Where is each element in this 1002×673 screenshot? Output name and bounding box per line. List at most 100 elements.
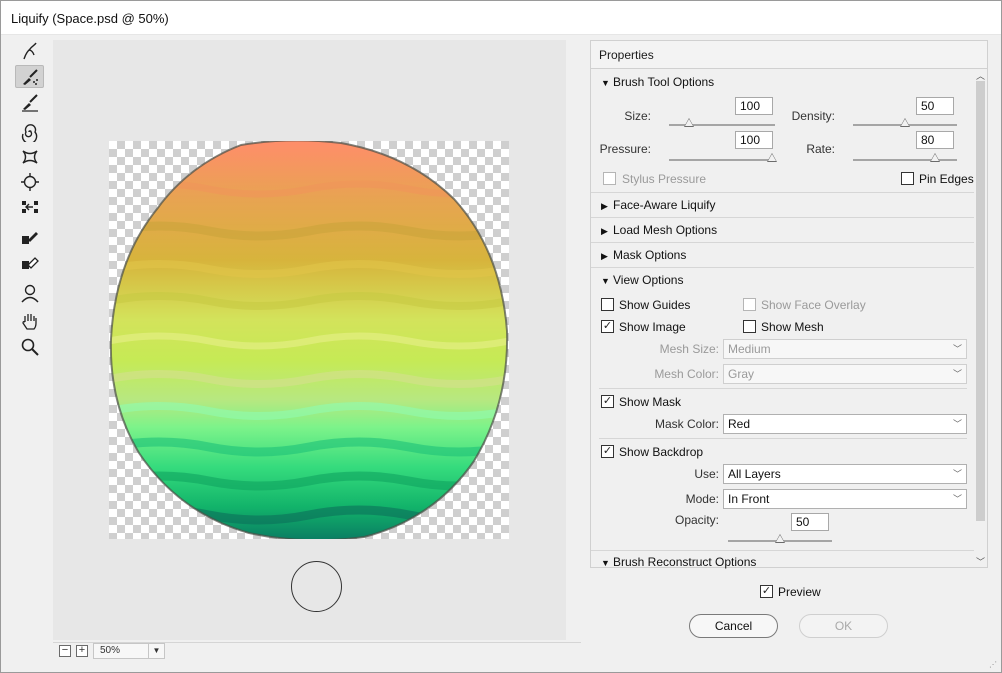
face-tool-icon	[20, 284, 39, 302]
preview-checkbox[interactable]: ✓	[760, 585, 773, 598]
freeze-mask-tool[interactable]	[15, 226, 44, 249]
density-label: Density:	[791, 109, 835, 123]
thaw-mask-icon	[21, 256, 39, 269]
density-slider-thumb[interactable]	[900, 118, 910, 127]
window-title: Liquify (Space.psd @ 50%)	[11, 11, 169, 26]
zoom-out-button[interactable]: −	[59, 645, 71, 657]
mask-color-value: Red	[728, 417, 751, 431]
push-left-tool[interactable]	[15, 195, 44, 218]
density-slider[interactable]	[853, 118, 957, 132]
zoom-level-value: 50%	[100, 645, 121, 656]
smooth-tool[interactable]	[15, 90, 44, 113]
properties-header: Properties	[591, 41, 987, 69]
properties-title: Properties	[599, 48, 654, 62]
hand-tool[interactable]	[15, 309, 44, 332]
show-mask-label: Show Mask	[619, 395, 682, 409]
mesh-color-value: Gray	[728, 367, 755, 381]
size-slider[interactable]	[669, 118, 775, 132]
freeze-mask-icon	[21, 231, 38, 244]
mask-options-header[interactable]: ▶ Mask Options	[601, 248, 686, 262]
bloat-icon	[20, 172, 39, 191]
show-mesh-checkbox[interactable]	[743, 320, 756, 333]
size-input[interactable]: 100	[735, 97, 773, 115]
show-image-checkbox[interactable]: ✓	[601, 320, 614, 333]
show-mask-checkbox[interactable]: ✓	[601, 395, 614, 408]
brush-cursor	[291, 561, 342, 612]
show-guides-checkbox[interactable]	[601, 298, 614, 311]
opacity-label: Opacity:	[674, 513, 719, 527]
density-input[interactable]: 50	[916, 97, 954, 115]
brush-reconstruct-options-header[interactable]: ▼ Brush Reconstruct Options	[601, 555, 756, 569]
pressure-input[interactable]: 100	[735, 131, 773, 149]
use-label: Use:	[694, 467, 719, 481]
face-aware-liquify-header[interactable]: ▶ Face-Aware Liquify	[601, 198, 716, 212]
chevron-down-icon: ﹀	[952, 494, 962, 504]
rate-label: Rate:	[806, 142, 835, 156]
pin-edges-label: Pin Edges	[919, 172, 974, 186]
preview-scrollbar[interactable]	[566, 40, 581, 640]
reconstruct-brush-icon	[22, 68, 38, 85]
forward-warp-tool[interactable]	[15, 39, 44, 62]
mesh-size-select[interactable]: Medium ﹀	[723, 339, 967, 359]
show-mesh-label: Show Mesh	[761, 320, 824, 334]
scrollbar-thumb[interactable]	[976, 81, 985, 521]
opacity-slider[interactable]	[728, 534, 832, 548]
preview-label: Preview	[778, 585, 821, 599]
show-face-overlay-label: Show Face Overlay	[761, 298, 866, 312]
pin-edges-checkbox[interactable]	[901, 172, 914, 185]
properties-scrollbar[interactable]: ︿ ﹀	[974, 69, 987, 567]
cancel-button[interactable]: Cancel	[689, 614, 778, 638]
show-backdrop-checkbox[interactable]: ✓	[601, 445, 614, 458]
triangle-right-icon: ▶	[601, 201, 608, 211]
triangle-down-icon: ▼	[601, 78, 610, 88]
chevron-down-icon: ▼	[148, 644, 164, 658]
use-select[interactable]: All Layers ﹀	[723, 464, 967, 484]
stylus-pressure-checkbox[interactable]	[603, 172, 616, 185]
brush-tool-options-header[interactable]: ▼ Brush Tool Options	[601, 75, 714, 89]
pucker-icon	[21, 149, 38, 164]
pressure-slider[interactable]	[669, 153, 777, 167]
chevron-down-icon: ﹀	[952, 419, 962, 429]
face-tool[interactable]	[15, 281, 44, 304]
mesh-size-value: Medium	[728, 342, 771, 356]
planet-image	[109, 141, 509, 539]
resize-grip-icon[interactable]: ⋰	[989, 660, 999, 670]
twirl-icon	[21, 123, 37, 142]
pressure-slider-thumb[interactable]	[767, 153, 777, 162]
twirl-tool[interactable]	[15, 120, 44, 143]
rate-input[interactable]: 80	[916, 131, 954, 149]
zoom-bar: − + 50% ▼	[53, 642, 581, 659]
liquify-dialog: Liquify (Space.psd @ 50%) − + 50% ▼ Prop…	[0, 0, 1002, 673]
forward-warp-icon	[22, 42, 37, 59]
mask-color-select[interactable]: Red ﹀	[723, 414, 967, 434]
size-slider-thumb[interactable]	[684, 118, 694, 127]
mode-value: In Front	[728, 492, 770, 506]
thaw-mask-tool[interactable]	[15, 251, 44, 274]
pucker-tool[interactable]	[15, 145, 44, 168]
show-face-overlay-checkbox[interactable]	[743, 298, 756, 311]
mesh-color-select[interactable]: Gray ﹀	[723, 364, 967, 384]
load-mesh-options-header[interactable]: ▶ Load Mesh Options	[601, 223, 717, 237]
reconstruct-tool[interactable]	[15, 65, 44, 88]
rate-slider-thumb[interactable]	[930, 153, 940, 162]
show-backdrop-label: Show Backdrop	[619, 445, 704, 459]
opacity-input[interactable]: 50	[791, 513, 829, 531]
zoom-tool[interactable]	[15, 335, 44, 358]
hand-icon	[21, 313, 37, 330]
opacity-slider-thumb[interactable]	[775, 534, 785, 543]
triangle-down-icon: ▼	[601, 558, 610, 568]
mode-select[interactable]: In Front ﹀	[723, 489, 967, 509]
zoom-level-select[interactable]: 50% ▼	[93, 643, 165, 659]
mesh-color-label: Mesh Color:	[654, 367, 719, 381]
scroll-down-icon[interactable]: ﹀	[976, 555, 985, 568]
smooth-icon	[21, 93, 38, 112]
ok-button[interactable]: OK	[799, 614, 888, 638]
zoom-in-button[interactable]: +	[76, 645, 88, 657]
bloat-tool[interactable]	[15, 170, 44, 193]
rate-slider[interactable]	[853, 153, 957, 167]
view-options-header[interactable]: ▼ View Options	[601, 273, 683, 287]
layer-image[interactable]	[109, 141, 509, 539]
zoom-icon	[21, 338, 39, 356]
mask-color-label: Mask Color:	[654, 417, 719, 431]
push-left-icon	[21, 200, 38, 213]
